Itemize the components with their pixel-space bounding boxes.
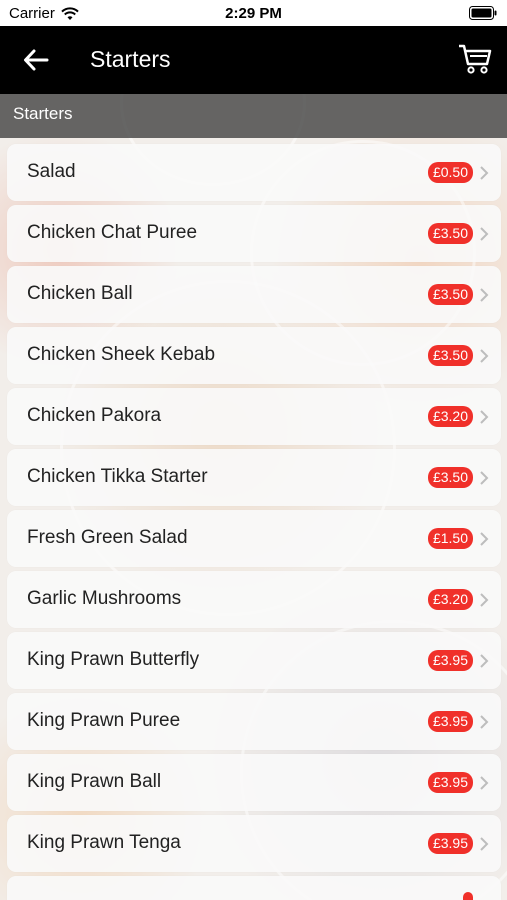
cart-icon[interactable] xyxy=(457,40,493,76)
nav-bar: Starters xyxy=(0,26,507,94)
list-item[interactable]: Chicken Sheek Kebab £3.50 xyxy=(7,327,501,384)
item-name: King Prawn Tenga xyxy=(27,832,181,853)
price-badge: £3.95 xyxy=(427,772,473,793)
price-badge: £3.20 xyxy=(427,406,473,427)
status-bar: Carrier 2:29 PM xyxy=(0,0,507,26)
list-item[interactable]: Chicken Ball £3.50 xyxy=(7,266,501,323)
item-name: Garlic Mushrooms xyxy=(27,588,182,609)
item-name: Chicken Tikka Starter xyxy=(27,466,208,487)
chevron-right-icon xyxy=(480,532,489,546)
chevron-right-icon xyxy=(480,349,489,363)
chevron-right-icon xyxy=(480,227,489,241)
item-name: Chicken Pakora xyxy=(27,405,162,426)
chevron-right-icon xyxy=(480,837,489,851)
list-item-partial[interactable] xyxy=(7,876,501,900)
list-item[interactable]: King Prawn Ball £3.95 xyxy=(7,754,501,811)
item-name: King Prawn Ball xyxy=(27,771,162,792)
list-item[interactable]: Chicken Chat Puree £3.50 xyxy=(7,205,501,262)
list-item[interactable]: Garlic Mushrooms £3.20 xyxy=(7,571,501,628)
chevron-right-icon xyxy=(480,593,489,607)
list-item[interactable]: King Prawn Tenga £3.95 xyxy=(7,815,501,872)
item-name: Chicken Ball xyxy=(27,283,133,304)
price-badge: £3.50 xyxy=(427,284,473,305)
item-name: Fresh Green Salad xyxy=(27,527,188,548)
section-header: Starters xyxy=(0,94,507,138)
chevron-right-icon xyxy=(480,471,489,485)
status-time: 2:29 PM xyxy=(225,5,282,22)
list-item[interactable]: Chicken Pakora £3.20 xyxy=(7,388,501,445)
section-title: Starters xyxy=(13,104,73,123)
item-name: Chicken Sheek Kebab xyxy=(27,344,216,365)
chevron-right-icon xyxy=(480,166,489,180)
item-name: Salad xyxy=(27,161,76,182)
item-name: King Prawn Puree xyxy=(27,710,181,731)
item-name: Chicken Chat Puree xyxy=(27,222,198,243)
price-badge: £0.50 xyxy=(427,162,473,183)
list-item[interactable]: Salad £0.50 xyxy=(7,144,501,201)
list-item[interactable]: King Prawn Butterfly £3.95 xyxy=(7,632,501,689)
list-item[interactable]: King Prawn Puree £3.95 xyxy=(7,693,501,750)
list-item[interactable]: Chicken Tikka Starter £3.50 xyxy=(7,449,501,506)
page-title: Starters xyxy=(90,46,171,72)
price-badge: £1.50 xyxy=(427,528,473,549)
price-badge: £3.95 xyxy=(427,711,473,732)
price-badge: £3.20 xyxy=(427,589,473,610)
chevron-right-icon xyxy=(480,654,489,668)
price-badge: £3.95 xyxy=(427,650,473,671)
price-badge: £3.50 xyxy=(427,223,473,244)
price-badge: £3.50 xyxy=(427,467,473,488)
price-badge: £3.95 xyxy=(427,833,473,854)
item-name: King Prawn Butterfly xyxy=(27,649,200,670)
price-badge-partial xyxy=(463,892,473,900)
chevron-right-icon xyxy=(480,776,489,790)
list-item[interactable]: Fresh Green Salad £1.50 xyxy=(7,510,501,567)
price-badge: £3.50 xyxy=(427,345,473,366)
chevron-right-icon xyxy=(480,715,489,729)
chevron-right-icon xyxy=(480,410,489,424)
arrow-left-icon[interactable] xyxy=(22,46,50,74)
battery-icon xyxy=(469,6,497,20)
chevron-right-icon xyxy=(480,288,489,302)
